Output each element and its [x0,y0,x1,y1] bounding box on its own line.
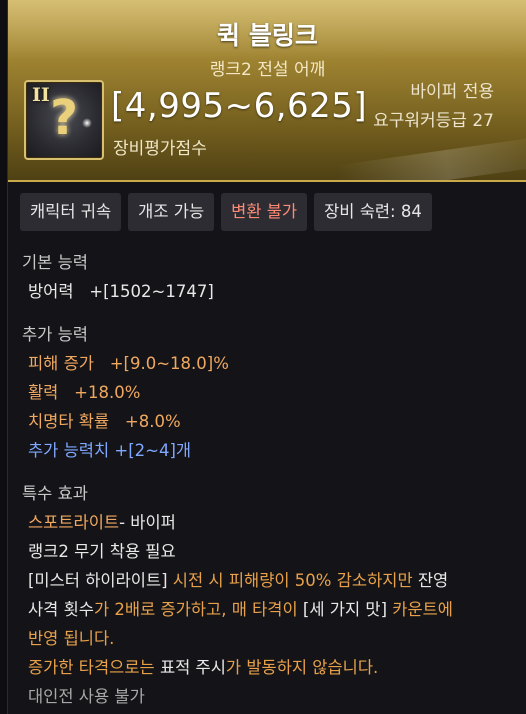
skill-ref: 표적 주시 [159,658,226,677]
stat-name: 추가 능력치 [28,441,110,460]
class-restriction: 바이퍼 전용 [410,82,494,102]
special-effect-description: [미스터 하이라이트] 시전 시 피해량이 50% 감소하지만 잔영 사격 횟수… [28,566,508,711]
skill-ref: 사격 횟수 [28,600,94,619]
special-effect-section: 특수 효과 스포트라이트- 바이퍼 랭크2 무기 착용 필요 [22,479,176,566]
stat-name: 방어력 [28,282,74,301]
stat-value: +[9.0~18.0]% [109,354,229,373]
item-name: 퀵 블링크 [217,21,318,50]
required-level: 요구워커등급 27 [373,111,494,131]
tooltip-header: 퀵 블링크 랭크2 전설 어깨 바이퍼 전용 요구워커등급 27 II ? [4… [8,0,526,182]
stat-value: +8.0% [124,412,181,431]
question-mark-shoulder-icon: II ? [24,80,104,160]
pvp-restriction: 대인전 사용 불가 [28,687,145,706]
item-tags: 캐릭터 귀속 개조 가능 변환 불가 장비 숙련: 84 [20,193,432,231]
base-stats-section: 기본 능력 방어력 +[1502~1747] [22,248,214,306]
base-stat-line: 방어력 +[1502~1747] [22,277,214,306]
extra-stat-line: 치명타 확률 +8.0% [22,407,229,436]
special-skill-line: 스포트라이트- 바이퍼 [22,508,176,537]
special-requirement: 랭크2 무기 착용 필요 [28,542,176,561]
tag-not-convertible: 변환 불가 [221,193,308,231]
gear-score-label: 장비평가점수 [113,139,207,159]
base-stats-heading: 기본 능력 [22,253,88,272]
tag-proficiency: 장비 숙련: 84 [314,193,432,231]
extra-stat-line: 활력 +18.0% [22,378,229,407]
item-tooltip: 퀵 블링크 랭크2 전설 어깨 바이퍼 전용 요구워커등급 27 II ? [4… [7,0,526,714]
special-skill-name: 스포트라이트 [28,513,120,532]
stat-name: 활력 [28,383,59,402]
gear-score: [4,995~6,625] [111,86,368,126]
sparkle-icon [82,118,92,128]
extra-stat-line: 피해 증가 +[9.0~18.0]% [22,349,229,378]
extra-stats-heading: 추가 능력 [22,325,88,344]
tag-bound: 캐릭터 귀속 [20,193,122,231]
extra-stat-count-line: 추가 능력치 +[2~4]개 [22,436,229,465]
stat-value: +[1502~1747] [89,282,214,301]
tag-modifiable: 개조 가능 [128,193,215,231]
stat-name: 피해 증가 [28,354,94,373]
skill-ref: 잔영 [417,571,449,590]
stat-value: +[2~4]개 [114,441,192,460]
extra-stats-section: 추가 능력 피해 증가 +[9.0~18.0]% 활력 +18.0% 치명타 확… [22,320,229,465]
special-effect-heading: 특수 효과 [22,484,88,503]
stat-name: 치명타 확률 [28,412,110,431]
skill-ref: [세 가지 맛] [302,600,388,619]
special-skill-class: - 바이퍼 [119,513,176,532]
stat-value: +18.0% [74,383,141,402]
skill-ref: [미스터 하이라이트] [28,571,168,590]
